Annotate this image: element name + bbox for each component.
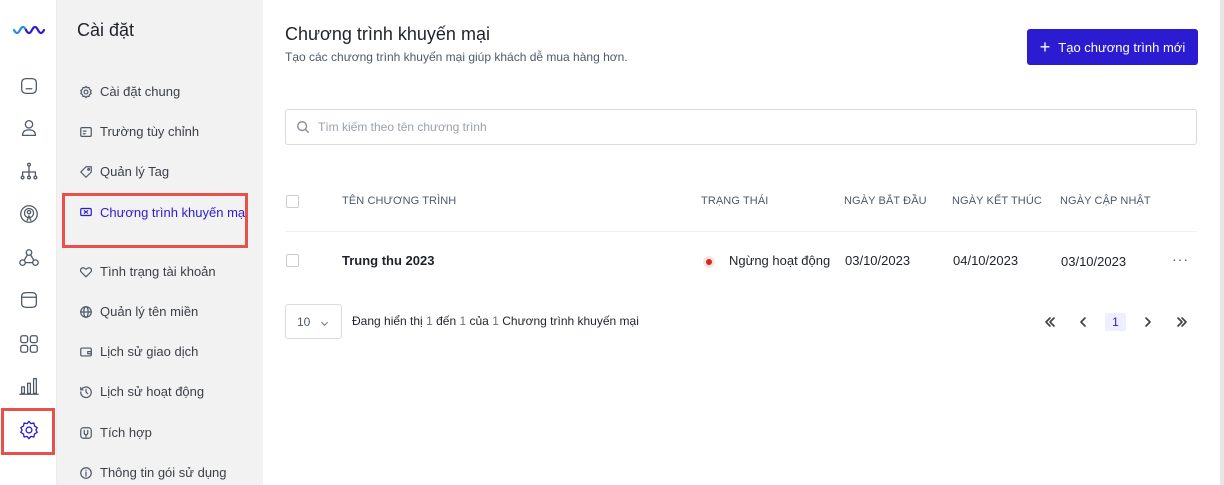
wallet-icon (79, 345, 93, 359)
user-icon (21, 120, 37, 136)
nav-item-label: Tích hợp (100, 425, 152, 440)
nav-item-general-settings[interactable]: Cài đặt chung (79, 84, 259, 99)
plus-icon: + (1039, 37, 1051, 57)
chevron-right-icon (1145, 317, 1151, 327)
column-header-updated-date[interactable]: NGÀY CẬP NHẬT (1060, 195, 1151, 207)
pagination-summary: Đang hiển thị 1 đến 1 của 1 Chương trình… (352, 314, 639, 328)
nav-item-account-status[interactable]: Tình trạng tài khoản (79, 264, 259, 279)
heart-icon (79, 265, 93, 279)
select-all-checkbox[interactable] (286, 195, 299, 208)
promotion-name[interactable]: Trung thu 2023 (342, 253, 434, 268)
nav-item-promotions[interactable]: Chương trình khuyến mại (79, 204, 259, 222)
rail-broadcast-button[interactable] (10, 198, 48, 230)
summary-to-word: đến (436, 314, 457, 328)
custom-field-icon (79, 125, 93, 139)
rail-home-button[interactable] (10, 70, 48, 102)
column-header-name[interactable]: TÊN CHƯƠNG TRÌNH (342, 195, 456, 207)
nav-item-activity-history[interactable]: Lịch sử hoạt động (79, 384, 259, 399)
summary-total: 1 (492, 314, 499, 328)
header-divider (285, 231, 1197, 232)
main-content: Chương trình khuyến mại Tạo các chương t… (263, 0, 1224, 485)
search-input[interactable] (318, 120, 1178, 134)
rail-org-button[interactable] (10, 156, 48, 188)
next-page-button[interactable] (1139, 313, 1157, 331)
status-text: Ngừng hoạt động (729, 253, 831, 268)
nav-item-label: Tình trạng tài khoản (100, 264, 216, 279)
prev-page-button[interactable] (1074, 313, 1092, 331)
settings-nav: Cài đặt Cài đặt chung Trường tùy chỉnh Q… (57, 0, 263, 485)
nav-item-label: Quản lý tên miền (100, 304, 199, 319)
summary-to: 1 (459, 314, 467, 328)
nav-item-label: Quản lý Tag (100, 164, 170, 179)
nav-item-label: Lịch sử hoạt động (100, 384, 205, 399)
nav-item-domain-management[interactable]: Quản lý tên miền (79, 304, 259, 319)
page-number-current[interactable]: 1 (1105, 313, 1126, 331)
nav-item-label: Chương trình khuyến mại (100, 205, 249, 220)
nav-item-integrations[interactable]: Tích hợp (79, 425, 259, 440)
first-page-button[interactable] (1041, 313, 1059, 331)
summary-from: 1 (426, 314, 433, 328)
nav-item-label: Lịch sử giao dịch (100, 344, 199, 359)
org-tree-icon (20, 162, 38, 180)
integration-icon (79, 426, 93, 440)
start-date: 03/10/2023 (845, 253, 911, 268)
summary-of-word: của (469, 314, 489, 328)
page-size-value: 10 (297, 314, 311, 329)
tag-icon (79, 165, 93, 179)
nav-item-transaction-history[interactable]: Lịch sử giao dịch (79, 344, 259, 359)
brand-logo[interactable] (12, 22, 46, 42)
chevron-left-icon (1080, 317, 1086, 327)
column-header-start-date[interactable]: NGÀY BẮT ĐẦU (844, 195, 927, 207)
rail-settings-button[interactable] (10, 414, 48, 446)
nav-item-label: Cài đặt chung (100, 84, 181, 99)
nav-item-label: Trường tùy chỉnh (100, 124, 200, 139)
home-icon (21, 78, 37, 94)
storage-icon (21, 292, 37, 308)
gear-icon (20, 420, 38, 440)
rail-contacts-button[interactable] (10, 112, 48, 144)
page-title: Chương trình khuyến mại (285, 24, 490, 44)
end-date: 04/10/2023 (953, 253, 1019, 268)
create-promotion-label: Tạo chương trình mới (1058, 39, 1186, 55)
row-checkbox[interactable] (286, 254, 299, 267)
search-icon (297, 121, 310, 134)
bar-chart-icon (19, 378, 39, 395)
double-chevron-right-icon (1177, 317, 1187, 327)
ticket-icon (79, 205, 93, 219)
window-edge (1220, 0, 1224, 485)
row-more-button[interactable]: ··· (1172, 251, 1189, 267)
chevron-down-icon (320, 317, 329, 327)
rail-apps-button[interactable] (10, 328, 48, 360)
globe-icon (79, 305, 93, 319)
gear-icon (79, 85, 93, 99)
create-promotion-button[interactable]: + Tạo chương trình mới (1027, 29, 1198, 65)
broadcast-icon (20, 205, 38, 223)
rail-storage-button[interactable] (10, 284, 48, 316)
nav-item-label: Thông tin gói sử dụng (100, 465, 227, 480)
info-icon (79, 466, 93, 480)
icon-rail (0, 0, 57, 485)
nav-item-custom-fields[interactable]: Trường tùy chỉnh (79, 124, 259, 139)
rail-reports-button[interactable] (10, 370, 48, 402)
apps-grid-icon (20, 335, 38, 353)
summary-suffix: Chương trình khuyến mại (502, 314, 639, 328)
nav-item-tag-management[interactable]: Quản lý Tag (79, 164, 259, 179)
settings-title: Cài đặt (77, 20, 135, 40)
status-indicator (703, 256, 715, 268)
updated-date: 03/10/2023 (1061, 254, 1127, 269)
column-header-end-date[interactable]: NGÀY KẾT THÚC (952, 195, 1042, 207)
last-page-button[interactable] (1173, 313, 1191, 331)
double-chevron-left-icon (1045, 317, 1055, 327)
search-box (285, 109, 1197, 145)
summary-prefix: Đang hiển thị (352, 314, 423, 328)
history-icon (79, 385, 93, 399)
nav-item-plan-info[interactable]: Thông tin gói sử dụng (79, 465, 259, 480)
page-subtitle: Tạo các chương trình khuyến mại giúp khá… (285, 50, 628, 64)
column-header-status[interactable]: TRẠNG THÁI (701, 195, 768, 207)
rail-network-button[interactable] (10, 242, 48, 274)
network-icon (19, 249, 39, 266)
page-size-select[interactable]: 10 (285, 304, 342, 339)
